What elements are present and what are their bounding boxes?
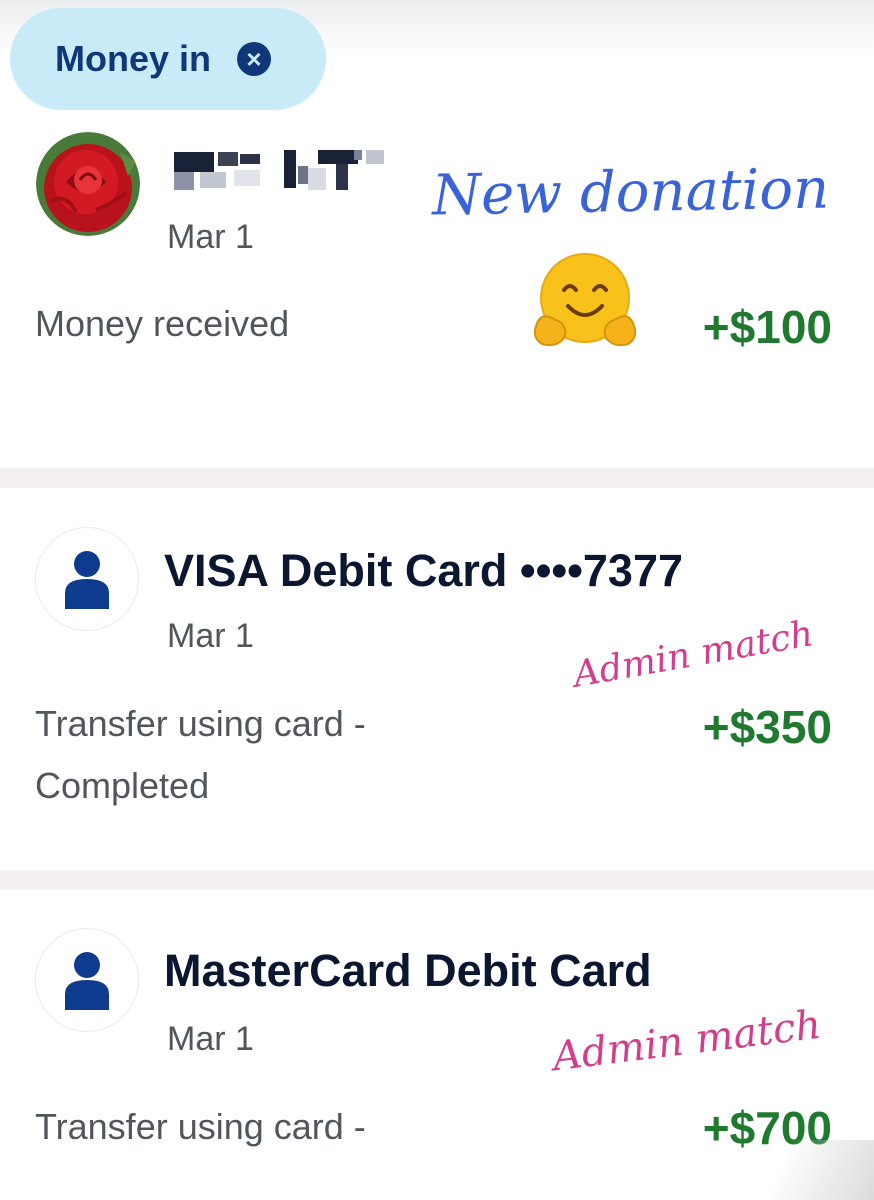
close-circle-icon[interactable]: × [237,42,272,76]
avatar [35,527,139,631]
hugging-face-emoji [533,253,637,347]
rose-photo [36,132,140,236]
avatar [36,132,140,236]
transaction-status: Completed [35,765,210,806]
row-divider [0,468,874,488]
new-donation-annotation: New donation [431,156,830,229]
transaction-description: Transfer using card - [35,1106,366,1147]
corner-shadow [714,1140,874,1200]
admin-match-annotation: Admin match [570,613,817,696]
transaction-date: Mar 1 [167,218,254,256]
transaction-date: Mar 1 [167,617,254,655]
transaction-title: MasterCard Debit Card [164,945,652,996]
avatar [35,928,139,1032]
transaction-amount: +$100 [702,301,832,353]
filter-chip-label: Money in [55,38,212,79]
transaction-date: Mar 1 [167,1020,254,1058]
person-icon [65,952,109,1010]
row-divider [0,870,874,890]
transaction-title: VISA Debit Card ••••7377 [164,545,684,596]
redacted-name [170,146,394,194]
person-icon [65,551,109,609]
transaction-description: Transfer using card - [35,703,366,744]
transaction-description: Money received [35,303,290,344]
admin-match-annotation: Admin match [550,1001,824,1081]
transaction-amount: +$350 [702,701,832,753]
money-in-filter-chip[interactable]: Money in × [10,8,326,110]
